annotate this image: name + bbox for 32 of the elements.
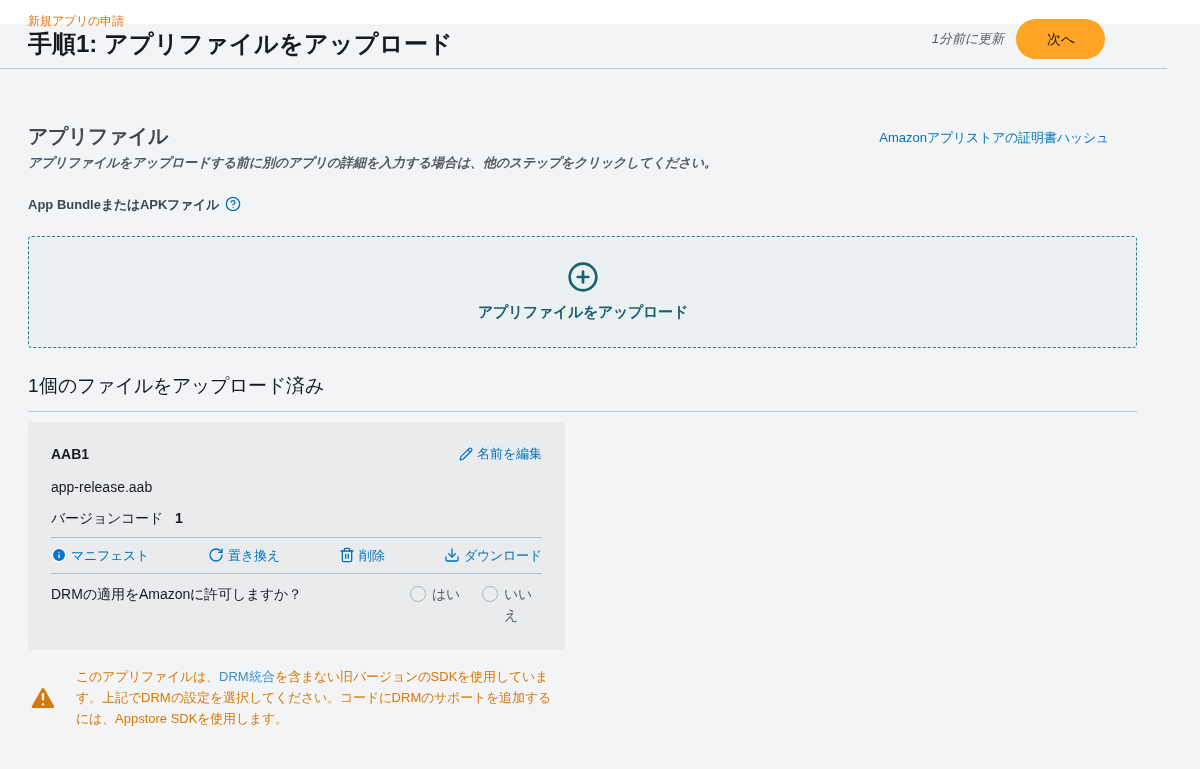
certificate-hash-link[interactable]: Amazonアプリストアの証明書ハッシュ bbox=[879, 127, 1109, 147]
help-icon[interactable] bbox=[225, 196, 242, 213]
updated-time: 1分前に更新 bbox=[931, 30, 1004, 49]
version-label: バージョンコード bbox=[51, 508, 163, 528]
drm-question: DRMの適用をAmazonに許可しますか？ bbox=[51, 585, 303, 604]
download-icon bbox=[444, 547, 460, 564]
section-title: アプリファイル bbox=[28, 124, 168, 149]
file-action-link[interactable]: マニフェスト bbox=[51, 545, 149, 565]
file-name: app-release.aab bbox=[51, 477, 154, 497]
uploaded-files-heading: 1個のファイルをアップロード済み bbox=[28, 372, 1137, 412]
upload-label: アプリファイルをアップロード bbox=[477, 301, 688, 322]
field-label: App BundleまたはAPKファイル bbox=[28, 195, 220, 214]
breadcrumb: 新規アプリの申請 bbox=[28, 14, 125, 28]
version-value: 1 bbox=[175, 508, 183, 528]
file-action-link[interactable]: 置き換え bbox=[208, 545, 280, 565]
delete-icon bbox=[339, 547, 355, 564]
drm-radio-option[interactable]: いいえ bbox=[482, 584, 542, 626]
upload-dropzone[interactable]: アプリファイルをアップロード bbox=[28, 236, 1137, 348]
info-icon bbox=[51, 547, 67, 564]
drm-radio-option[interactable]: はい bbox=[410, 584, 470, 626]
section-description: アプリファイルをアップロードする前に別のアプリの詳細を入力する場合は、他のステップをクリックしてください。 bbox=[28, 154, 718, 172]
file-action-link[interactable]: 削除 bbox=[339, 545, 385, 565]
edit-name-link[interactable]: 名前を編集 bbox=[459, 444, 542, 464]
file-title: AAB1 bbox=[51, 444, 90, 464]
redo-arrow-icon bbox=[208, 547, 224, 564]
next-button[interactable]: 次へ bbox=[1016, 19, 1105, 59]
file-action-link[interactable]: ダウンロード bbox=[444, 545, 542, 565]
page-title: 手順1: アプリファイルをアップロード bbox=[28, 29, 453, 59]
pencil-icon bbox=[459, 447, 473, 461]
plus-circle-icon bbox=[566, 260, 599, 293]
drm-warning-message: このアプリファイルは、DRM統合を含まない旧バージョンのSDKを使用しています。上記でDRMの設定を選択してください。コードにDRMのサポートを追加するには、Appstore SDKを使用します。 bbox=[76, 668, 553, 728]
drm-integration-link[interactable]: DRM統合 bbox=[219, 669, 275, 684]
